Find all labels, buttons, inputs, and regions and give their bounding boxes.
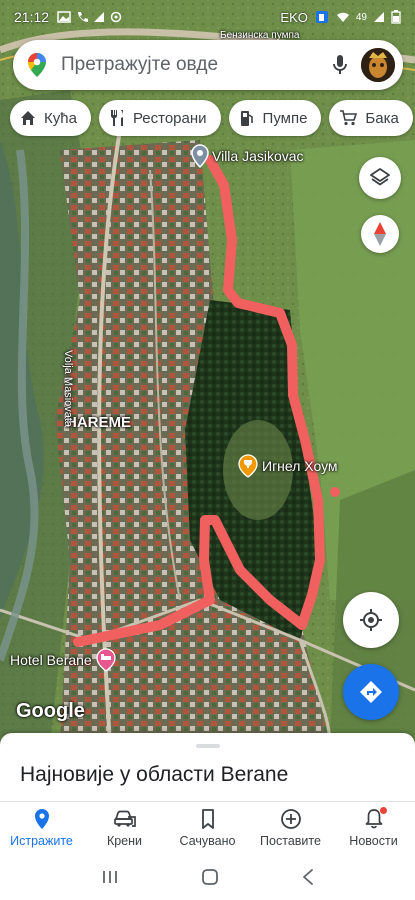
- back-icon[interactable]: [301, 868, 315, 886]
- nav-saved[interactable]: Сачувано: [166, 802, 249, 853]
- battery-icon: [391, 10, 401, 24]
- nav-contribute[interactable]: Поставите: [249, 802, 332, 853]
- wifi-icon: [336, 12, 349, 22]
- nav-label: Новости: [349, 833, 398, 848]
- chip-label: Ресторани: [132, 109, 207, 127]
- google-maps-pin-icon: [28, 53, 46, 77]
- my-location-icon: [360, 609, 382, 631]
- android-navigation-bar: [0, 853, 415, 900]
- nav-label: Крени: [106, 833, 143, 848]
- compass-icon: [374, 222, 386, 246]
- sheet-drag-handle[interactable]: [196, 744, 220, 748]
- map-view[interactable]: Villa Jasikovac Игнел Хоум HAREME Volja …: [0, 0, 415, 745]
- chip-restaurants[interactable]: Ресторани: [98, 100, 221, 136]
- nav-label: Поставите: [260, 833, 321, 848]
- bookmark-icon: [201, 808, 214, 829]
- nav-updates[interactable]: Новости: [332, 802, 415, 853]
- hotel-label: Hotel Berane: [10, 652, 92, 668]
- car-icon: [113, 810, 136, 827]
- hotel-marker[interactable]: Hotel Berane: [10, 648, 116, 672]
- chip-gas[interactable]: Пумпе: [228, 100, 322, 136]
- ignel-label: Игнел Хоум: [262, 458, 338, 474]
- bottom-navigation: Истражите Крени Сачувано Поставите Новос…: [0, 801, 415, 853]
- notification-dot: [379, 806, 387, 814]
- profile-avatar-icon: [361, 48, 395, 82]
- trophy-pin-icon: [238, 454, 258, 478]
- category-chips: Кућа Ресторани Пумпе Бака: [10, 100, 413, 136]
- layers-button[interactable]: [359, 157, 401, 199]
- fuel-station-icon: [315, 11, 328, 23]
- cart-icon: [340, 110, 358, 126]
- chip-home[interactable]: Кућа: [10, 100, 91, 136]
- villa-label: Villa Jasikovac: [212, 148, 304, 164]
- google-logo: Google: [16, 700, 85, 722]
- chip-label: Кућа: [44, 109, 77, 127]
- status-time: 21:12: [14, 9, 50, 25]
- compass-button[interactable]: [361, 215, 399, 253]
- explore-sheet[interactable]: Најновије у области Berane: [0, 733, 415, 801]
- search-input[interactable]: Претражујте овде: [61, 54, 325, 76]
- directions-button[interactable]: [343, 664, 399, 720]
- nav-explore[interactable]: Истражите: [0, 802, 83, 853]
- sheet-title: Најновије у области Berane: [20, 763, 289, 786]
- directions-icon: [360, 681, 382, 703]
- station-label: EKO: [280, 9, 308, 25]
- my-location-button[interactable]: [343, 592, 399, 648]
- network-badge: 49: [355, 11, 367, 23]
- settings-icon: [110, 11, 122, 23]
- nav-label: Истражите: [10, 833, 73, 848]
- chip-label: Бака: [365, 109, 399, 127]
- location-pin-icon: [34, 808, 49, 829]
- ignel-marker[interactable]: Игнел Хоум: [238, 454, 338, 478]
- recent-apps-icon[interactable]: [101, 868, 119, 886]
- cell-signal-icon: [374, 12, 384, 22]
- signal-icon: [94, 12, 105, 22]
- gas-pump-icon: [240, 111, 253, 126]
- home-button-icon[interactable]: [200, 867, 220, 887]
- nav-go[interactable]: Крени: [83, 802, 166, 853]
- nav-label: Сачувано: [179, 833, 236, 848]
- status-right: EKO 49: [280, 9, 401, 25]
- place-pin-icon: [191, 144, 209, 168]
- avatar[interactable]: [361, 48, 395, 82]
- chip-label: Пумпе: [262, 109, 308, 127]
- status-bar: 21:12 EKO 49: [0, 0, 415, 34]
- villa-marker[interactable]: Villa Jasikovac: [191, 144, 304, 168]
- home-icon: [21, 111, 35, 125]
- image-icon: [57, 11, 71, 23]
- hareme-label: HAREME: [66, 414, 132, 431]
- street-label: Volja Masiovata: [62, 350, 74, 428]
- add-circle-icon: [280, 808, 301, 829]
- chip-grocery[interactable]: Бака: [329, 100, 413, 136]
- search-bar[interactable]: Претражујте овде: [13, 40, 403, 90]
- phone-icon: [78, 12, 89, 22]
- fork-knife-icon: [110, 110, 123, 126]
- mic-icon[interactable]: [325, 50, 355, 80]
- layers-icon: [370, 168, 390, 186]
- status-icons: [57, 11, 122, 23]
- hotel-pin-icon: [96, 648, 116, 672]
